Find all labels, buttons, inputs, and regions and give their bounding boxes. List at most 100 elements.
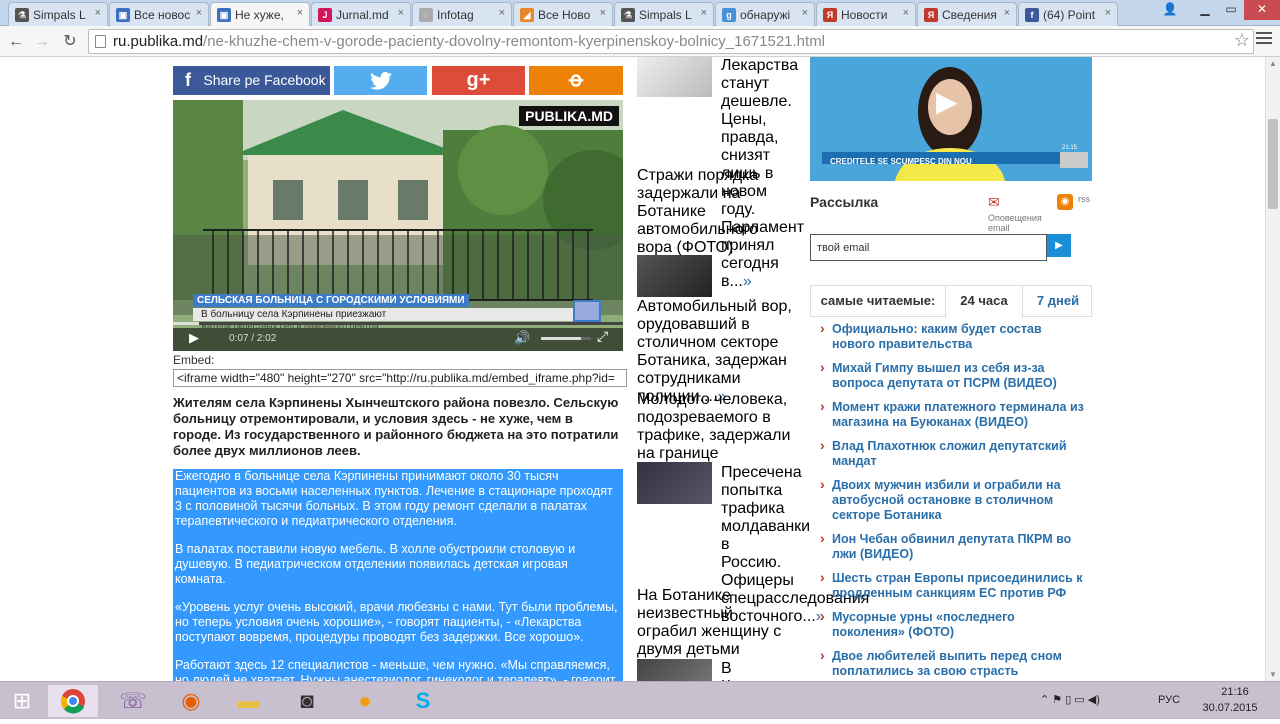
video-caption: СЕЛЬСКАЯ БОЛЬНИЦА С ГОРОДСКИМИ УСЛОВИЯМИ: [193, 294, 469, 307]
volume-icon[interactable]: 🔊: [514, 330, 530, 346]
scrollbar-thumb[interactable]: [1268, 119, 1278, 209]
tab-close-icon[interactable]: ×: [398, 7, 404, 19]
messenger-icon[interactable]: ●: [340, 685, 390, 717]
tab-label: Все новос: [134, 8, 191, 22]
tab-label: Новости: [841, 8, 888, 22]
chrome-icon[interactable]: [48, 685, 98, 717]
tab-close-icon[interactable]: ×: [600, 7, 606, 19]
article-paragraph: В палатах поставили новую мебель. В холл…: [175, 542, 576, 586]
tab-close-icon[interactable]: ×: [499, 7, 505, 19]
tab-label: Simpals L: [639, 8, 692, 22]
video-time-total: 2:02: [256, 333, 277, 344]
scroll-up-icon[interactable]: ▲: [1269, 59, 1277, 68]
camera-app-icon[interactable]: ◙: [282, 685, 332, 717]
tab-close-icon[interactable]: ×: [802, 7, 808, 19]
tab-favicon-icon: ◢: [520, 8, 534, 22]
clock-date[interactable]: 30.07.2015: [1200, 702, 1260, 714]
browser-tab[interactable]: Я Сведения ×: [917, 2, 1017, 26]
facebook-icon: f: [185, 70, 191, 90]
news-item-2-title[interactable]: Молодого человека, подозреваемого в траф…: [637, 391, 792, 463]
popular-item[interactable]: Шесть стран Европы присоединились к прод…: [818, 570, 1088, 601]
tab-24h[interactable]: 24 часа: [945, 286, 1023, 318]
bookmark-star-icon[interactable]: ☆: [1234, 30, 1250, 51]
news-item-1-title[interactable]: Стражи порядка задержали на Ботанике авт…: [637, 167, 792, 257]
tray-icons[interactable]: ⌃ ⚑ ▯ ▭ ◀): [1040, 693, 1100, 706]
video-watermark: PUBLIKA.MD: [519, 106, 619, 126]
tab-close-icon[interactable]: ×: [701, 7, 707, 19]
maximize-icon[interactable]: ▭: [1218, 0, 1244, 20]
browser-tab[interactable]: ◢ Все Ново ×: [513, 2, 613, 26]
back-icon[interactable]: ←: [6, 32, 26, 52]
tab-label: Infotag: [437, 8, 474, 22]
viber-icon[interactable]: ☏: [108, 685, 158, 717]
language-indicator[interactable]: РУС: [1158, 694, 1180, 706]
forward-icon[interactable]: →: [32, 32, 52, 52]
browser-tab[interactable]: ▣ Все новос ×: [109, 2, 209, 26]
popular-item[interactable]: Мусорные урны «последнего поколения» (ФО…: [818, 609, 1088, 640]
popular-item[interactable]: Михай Гимпу вышел из себя из-за вопроса …: [818, 360, 1088, 391]
popular-item[interactable]: Двое любителей выпить перед сном поплати…: [818, 648, 1088, 679]
news-thumbnail[interactable]: [637, 255, 712, 297]
browser-tab[interactable]: f (64) Point ×: [1018, 2, 1118, 26]
tab-close-icon[interactable]: ×: [297, 7, 303, 19]
tab-close-icon[interactable]: ×: [1105, 7, 1111, 19]
file-explorer-icon[interactable]: ▬: [224, 685, 274, 717]
subscribe-button[interactable]: ▶: [1047, 234, 1071, 257]
browser-tab[interactable]: ⚗ Simpals L ×: [614, 2, 714, 26]
tab-7d[interactable]: 7 дней: [1023, 286, 1093, 316]
scroll-down-icon[interactable]: ▼: [1269, 670, 1277, 679]
promo-play-icon[interactable]: ▶: [936, 87, 966, 117]
browser-tab[interactable]: ◌ Infotag ×: [412, 2, 512, 26]
odnoklassniki-icon: ꝋ: [568, 69, 584, 91]
popular-item[interactable]: Официально: каким будет состав нового пр…: [818, 321, 1088, 352]
more-link[interactable]: »: [743, 273, 752, 290]
tab-favicon-icon: ◌: [419, 8, 433, 22]
facebook-share-label: Share pe Facebook: [203, 72, 326, 88]
popular-item[interactable]: Влад Плахотнюк сложил депутатский мандат: [818, 438, 1088, 469]
reload-icon[interactable]: ↻: [60, 32, 80, 52]
volume-slider[interactable]: [541, 337, 591, 340]
tab-close-icon[interactable]: ×: [95, 7, 101, 19]
ok-share-button[interactable]: ꝋ: [529, 66, 623, 95]
facebook-share-button[interactable]: f Share pe Facebook: [173, 66, 330, 95]
embed-code-field[interactable]: <iframe width="480" height="270" src="ht…: [173, 369, 627, 387]
tab-label: Все Ново: [538, 8, 591, 22]
tab-close-icon[interactable]: ×: [196, 7, 202, 19]
minimize-icon[interactable]: ▁: [1192, 0, 1218, 20]
skype-icon[interactable]: S: [398, 685, 448, 717]
firefox-icon[interactable]: ◉: [166, 685, 216, 717]
video-player[interactable]: PUBLIKA.MD СЕЛЬСКАЯ БОЛЬНИЦА С ГОРОДСКИМ…: [173, 100, 623, 351]
browser-tab[interactable]: ⚗ Simpals L ×: [8, 2, 108, 26]
twitter-share-button[interactable]: [334, 66, 427, 95]
gplus-share-button[interactable]: g+: [432, 66, 525, 95]
most-read-tabs: самые читаемые: 24 часа 7 дней: [810, 285, 1093, 318]
email-input[interactable]: твой email: [810, 234, 1047, 261]
video-progress-track[interactable]: [173, 322, 623, 325]
address-bar[interactable]: ru.publika.md/ne-khuzhe-chem-v-gorode-pa…: [88, 29, 1254, 54]
page-scrollbar[interactable]: ▲ ▼: [1265, 57, 1280, 681]
browser-tab[interactable]: ▣ Не хуже, ×: [210, 2, 310, 27]
popular-item[interactable]: Ион Чебан обвинил депутата ПКРМ во лжи (…: [818, 531, 1088, 562]
email-alert-icon[interactable]: ✉: [988, 194, 1006, 212]
tab-label: Jurnal.md: [336, 8, 389, 22]
browser-tab[interactable]: J Jurnal.md ×: [311, 2, 411, 26]
fullscreen-icon[interactable]: ⤢: [597, 328, 608, 345]
tab-favicon-icon: ▣: [217, 8, 231, 22]
play-icon[interactable]: ▶: [189, 330, 199, 346]
windows-taskbar: ⊞ ☏ ◉ ▬ ◙ ● S ⌃ ⚑ ▯ ▭ ◀) РУС 21:16 30.07…: [0, 681, 1280, 719]
start-button-icon[interactable]: ⊞: [0, 685, 44, 717]
news-item-1-text: Автомобильный вор, орудовавший в столичн…: [637, 298, 792, 406]
close-window-icon[interactable]: ✕: [1244, 0, 1280, 20]
popular-item[interactable]: Момент кражи платежного терминала из маг…: [818, 399, 1088, 430]
tab-close-icon[interactable]: ×: [1004, 7, 1010, 19]
promo-video[interactable]: ▶ CREDITELE SE SCUMPESC DIN NOU 21:15: [810, 57, 1092, 181]
rss-icon[interactable]: ◉: [1057, 194, 1073, 210]
url-host: ru.publika.md: [113, 33, 204, 50]
browser-tab[interactable]: Я Новости ×: [816, 2, 916, 26]
user-icon[interactable]: 👤: [1156, 0, 1184, 20]
tab-close-icon[interactable]: ×: [903, 7, 909, 19]
clock-time[interactable]: 21:16: [1210, 686, 1260, 698]
menu-icon[interactable]: [1256, 32, 1272, 47]
popular-item[interactable]: Двоих мужчин избили и ограбили на автобу…: [818, 477, 1088, 523]
browser-tab[interactable]: g обнаружі ×: [715, 2, 815, 26]
